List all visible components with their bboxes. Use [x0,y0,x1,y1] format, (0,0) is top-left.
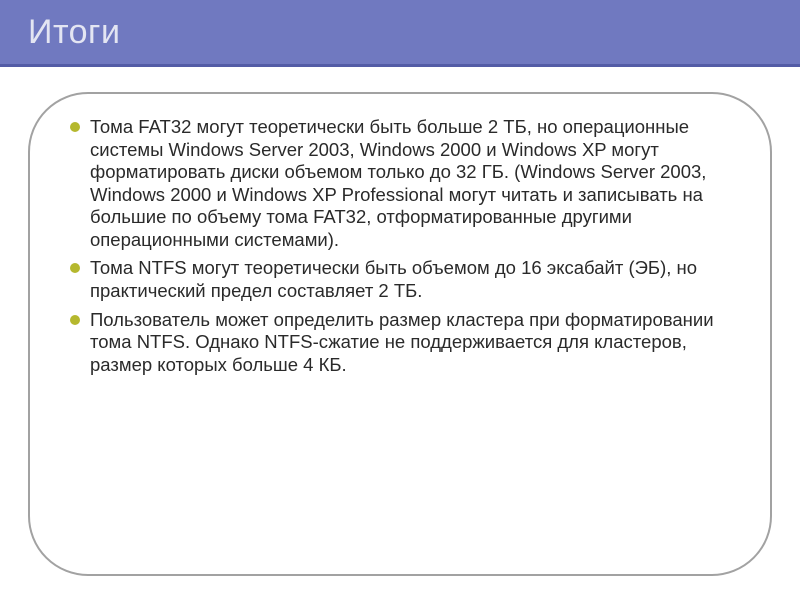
slide-title: Итоги [28,13,120,52]
slide-content: Тома FAT32 могут теоретически быть больш… [28,92,772,576]
slide-header: Итоги [0,0,800,64]
bullet-list: Тома FAT32 могут теоретически быть больш… [70,116,738,382]
header-underline [0,64,800,67]
list-item: Тома FAT32 могут теоретически быть больш… [70,116,738,251]
list-item: Тома NTFS могут теоретически быть объемо… [70,257,738,302]
list-item: Пользователь может определить размер кла… [70,309,738,377]
